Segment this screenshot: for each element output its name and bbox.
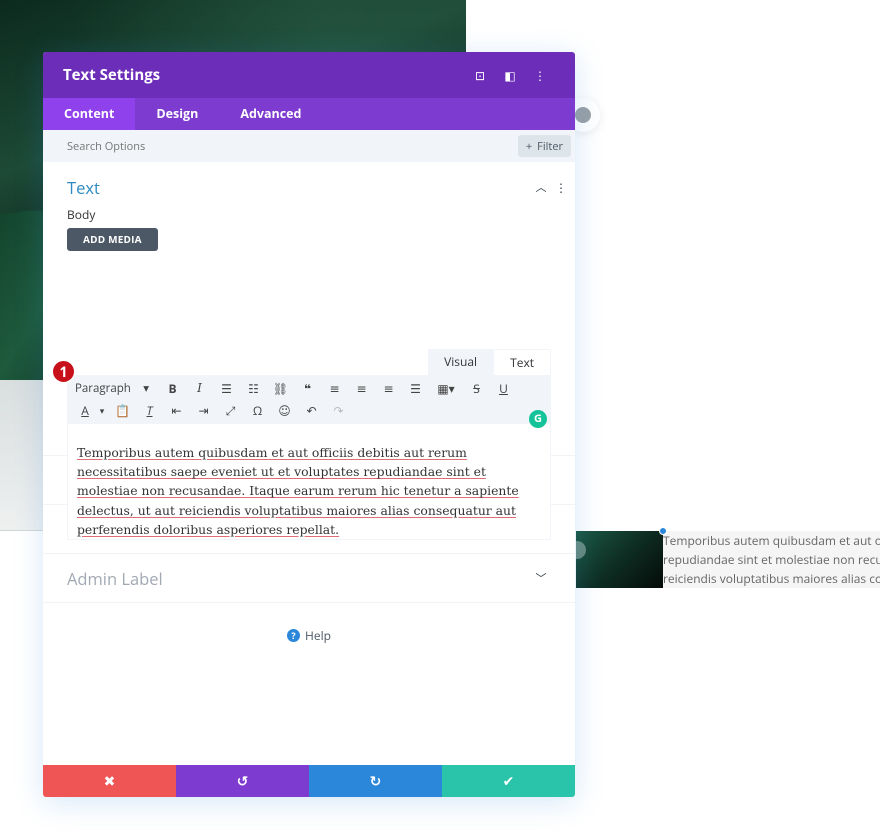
edit-indicator-icon[interactable] [659, 527, 667, 535]
text-tab[interactable]: Text [493, 349, 551, 375]
preview-image [568, 531, 663, 588]
focus-icon[interactable]: ⊡ [465, 67, 495, 84]
caret-down-icon: ▾ [143, 380, 149, 396]
italic-icon[interactable]: I [186, 381, 213, 395]
emoji-icon[interactable]: ☺ [271, 402, 298, 419]
preview-line: repudiandae sint et molestiae non recusa [663, 551, 880, 568]
clear-formatting-icon[interactable]: T [136, 402, 163, 419]
redo-icon: ↻ [369, 771, 382, 791]
body-editor[interactable]: Temporibus autem quibusdam et aut offici… [67, 423, 551, 540]
more-options-icon[interactable]: ⋮ [525, 67, 555, 84]
blockquote-icon[interactable]: ❝ [294, 380, 321, 397]
align-center-icon[interactable]: ≡ [348, 380, 375, 397]
close-icon: ✖ [103, 771, 116, 791]
text-section: Text ︿ ⋮ Body ADD MEDIA Visual Text Para… [43, 162, 575, 540]
add-media-button[interactable]: ADD MEDIA [67, 228, 158, 251]
cancel-button[interactable]: ✖ [43, 765, 176, 797]
filter-label: Filter [537, 138, 563, 154]
tab-content[interactable]: Content [43, 98, 136, 130]
undo-button[interactable]: ↺ [176, 765, 309, 797]
modal-tabs: Content Design Advanced [43, 98, 575, 130]
section-title: Admin Label [67, 566, 163, 590]
chevron-up-icon[interactable]: ︿ [531, 179, 551, 195]
body-text: Temporibus autem quibusdam et aut offici… [77, 445, 519, 537]
editor-mode-tabs: Visual Text [428, 349, 551, 375]
admin-label-section[interactable]: Admin Label ﹀ [43, 554, 575, 603]
split-view-icon[interactable]: ◧ [495, 67, 525, 84]
search-options-input[interactable] [67, 138, 518, 154]
modal-footer: ✖ ↺ ↻ ✔ [43, 765, 575, 797]
chevron-down-icon[interactable]: ﹀ [531, 570, 551, 586]
redo-button[interactable]: ↻ [309, 765, 442, 797]
fullscreen-icon[interactable]: ⤢ [217, 402, 244, 419]
section-title: Text [67, 175, 100, 199]
visual-tab[interactable]: Visual [428, 349, 494, 375]
modal-title: Text Settings [63, 65, 161, 85]
help-icon: ? [287, 629, 301, 642]
numbered-list-icon[interactable]: ☷ [240, 380, 267, 397]
help-link[interactable]: ? Help [43, 603, 575, 668]
caret-down-icon[interactable]: ▾ [95, 404, 109, 417]
justify-icon[interactable]: ☰ [402, 380, 429, 397]
underline-icon[interactable]: U [490, 380, 517, 397]
outdent-icon[interactable]: ⇤ [163, 402, 190, 419]
step-badge: 1 [52, 360, 75, 383]
editor-toolbar: Paragraph ▾ B I ☰ ☷ ⛓ ❝ ≡ ≡ ≡ ☰ ▦▾ S U A … [67, 375, 551, 423]
align-left-icon[interactable]: ≡ [321, 380, 348, 397]
align-right-icon[interactable]: ≡ [375, 380, 402, 397]
check-icon: ✔ [502, 771, 515, 791]
filter-button[interactable]: + Filter [517, 135, 571, 157]
tab-advanced[interactable]: Advanced [219, 98, 322, 130]
paste-text-icon[interactable]: 📋 [109, 402, 136, 419]
text-module-preview[interactable]: Temporibus autem quibusdam et aut offi r… [568, 527, 880, 590]
undo-icon: ↺ [236, 771, 249, 791]
grammarly-icon[interactable]: G [529, 410, 547, 428]
special-character-icon[interactable]: Ω [244, 402, 271, 419]
help-label: Help [305, 627, 331, 644]
redo-icon[interactable]: ↷ [325, 402, 352, 419]
search-row: + Filter [43, 130, 575, 162]
strikethrough-icon[interactable]: S [463, 380, 490, 397]
preview-text: Temporibus autem quibusdam et aut offi r… [663, 531, 880, 588]
text-settings-modal: Text Settings ⊡ ◧ ⋮ Content Design Advan… [43, 52, 575, 797]
undo-icon[interactable]: ↶ [298, 402, 325, 419]
plus-icon: + [525, 138, 533, 154]
preview-line: Temporibus autem quibusdam et aut offi [663, 532, 880, 549]
section-options-icon[interactable]: ⋮ [555, 179, 567, 196]
body-label: Body [67, 206, 96, 223]
share-icon [575, 107, 591, 123]
link-icon[interactable]: ⛓ [267, 380, 294, 397]
paragraph-format-select[interactable]: Paragraph ▾ [75, 381, 159, 396]
indent-icon[interactable]: ⇥ [190, 402, 217, 419]
format-label: Paragraph [75, 380, 131, 396]
text-color-icon[interactable]: A [75, 402, 95, 419]
modal-header: Text Settings ⊡ ◧ ⋮ [43, 52, 575, 98]
preview-line: reiciendis voluptatibus maiores alias co… [663, 570, 880, 587]
bullet-list-icon[interactable]: ☰ [213, 380, 240, 397]
save-button[interactable]: ✔ [442, 765, 575, 797]
bold-icon[interactable]: B [159, 380, 186, 397]
tab-design[interactable]: Design [135, 98, 219, 130]
table-icon[interactable]: ▦▾ [429, 380, 463, 397]
text-section-header[interactable]: Text ︿ ⋮ [67, 162, 567, 212]
